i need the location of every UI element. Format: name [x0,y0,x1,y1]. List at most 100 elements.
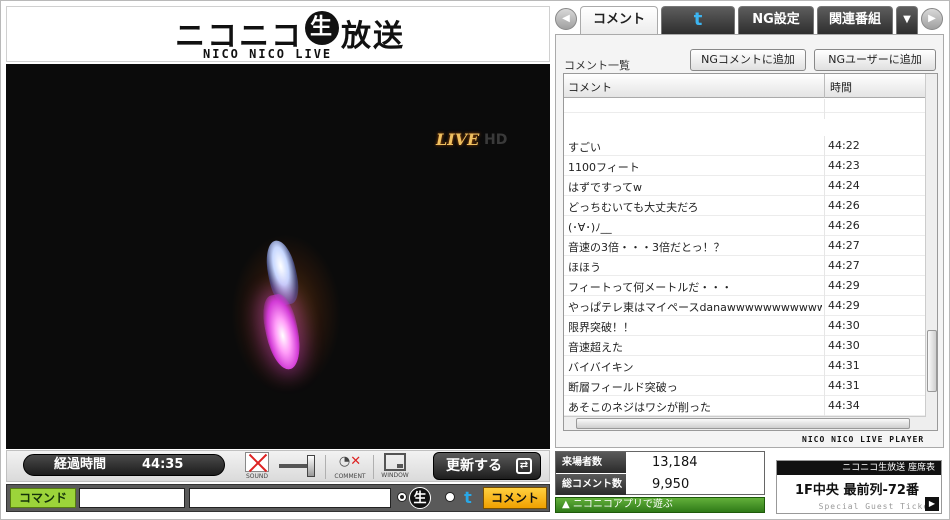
elapsed-value: 44:35 [142,457,184,472]
comment-row[interactable]: やっぱテレ東はマイペースdanawwwwwwwwwwwww 44:29 [564,296,926,316]
twitter-bird-icon: t [464,488,472,507]
control-divider [373,455,374,479]
column-divider [824,74,825,98]
comment-list-vscrollbar[interactable] [925,74,937,430]
comment-row[interactable]: ほほう 44:27 [564,256,926,276]
comment-input[interactable] [189,488,391,508]
live-badge: LIVE [436,130,480,149]
comment-row[interactable]: 1100フィート 44:23 [564,156,926,176]
comment-row[interactable]: バイバイキン 44:31 [564,356,926,376]
comment-row[interactable]: すごい 44:22 [564,136,926,156]
comment-text: (･∀･)ﾉ__ [568,221,612,234]
comment-text: バイバイキン [568,361,634,374]
ticket-seat: 1F中央 最前列-72番 [795,483,919,498]
vscroll-thumb[interactable] [927,330,937,392]
comment-list-hscrollbar[interactable] [564,416,926,430]
comment-time: 44:29 [828,279,860,292]
comment-list[interactable]: コメント 時間 すごい 44:22 1100フィート 44:23 はずですってw 44:2… [563,73,938,431]
row-divider [824,196,825,216]
comment-time: 44:26 [828,199,860,212]
video-player[interactable]: LIVE HD [6,64,550,449]
tab-scroll-right-icon[interactable]: ▶ [921,8,943,30]
command-bar: コマンド 生 t コメント [6,484,550,512]
comment-row[interactable]: 音速の3倍・・・3倍だとっ！？ 44:27 [564,236,926,256]
logo-nama-circle: 生 [305,11,339,45]
app-button-label: ニコニコアプリで遊ぶ [572,499,673,510]
sound-caption: SOUND [245,473,269,480]
comment-off-icon: ◔✕ [338,454,362,469]
refresh-label: 更新する [446,458,502,474]
comment-row-partial [564,99,926,119]
elapsed-time-display: 経過時間 44:35 [23,454,225,476]
window-toggle[interactable]: WINDOW [377,452,413,479]
elapsed-label: 経過時間 [54,457,107,472]
comment-row[interactable]: あそこのネジはワシが削った 44:34 [564,396,926,416]
total-comments-label: 総コメント数 [556,474,626,495]
row-divider [824,316,825,336]
app-triangle-icon: ▲ [562,499,573,510]
row-divider [824,216,825,236]
comment-time: 44:34 [828,399,860,412]
column-header-time[interactable]: 時間 [830,79,852,95]
refresh-button[interactable]: 更新する ⇄ [433,452,541,480]
tab-ng-settings[interactable]: NG設定 [738,6,814,34]
comment-time: 44:31 [828,379,860,392]
comment-text: はずですってw [568,181,643,194]
window-caption: WINDOW [381,472,409,479]
tab-comments[interactable]: コメント [580,6,658,34]
comment-time: 44:30 [828,339,860,352]
row-divider [824,276,825,296]
volume-knob[interactable] [307,455,315,477]
tab-twitter-icon[interactable]: t [661,6,735,34]
nama-icon: 生 [409,487,431,509]
comment-text: ほほう [568,261,601,274]
comment-time: 44:23 [828,159,860,172]
comment-time: 44:24 [828,179,860,192]
tab-more-icon[interactable]: ▼ [896,6,918,34]
post-target-radio-nama[interactable] [397,492,407,502]
tab-related-programs[interactable]: 関連番組 [817,6,893,34]
comment-row[interactable]: はずですってw 44:24 [564,176,926,196]
ng-user-button[interactable]: NGユーザーに追加 [814,49,936,71]
comment-time: 44:26 [828,219,860,232]
player-brand-label: NICO NICO LIVE PLAYER [802,435,925,444]
nico-app-button[interactable]: ▲ ニコニコアプリで遊ぶ [555,497,765,513]
comment-row[interactable]: (･∀･)ﾉ__ 44:26 [564,216,926,236]
window-icon [384,453,406,471]
column-header-comment[interactable]: コメント [568,79,612,95]
logo-subtitle: NICO NICO LIVE [203,47,333,61]
seat-ticket[interactable]: ニコニコ生放送 座席表 1F中央 最前列-72番 Special Guest T… [776,460,942,514]
comment-text: 1100フィート [568,161,640,174]
post-target-radio-twitter[interactable] [445,492,455,502]
hscroll-thumb[interactable] [576,418,910,429]
comment-submit-button[interactable]: コメント [483,487,547,509]
visitors-value: 13,184 [652,455,698,470]
row-divider [824,356,825,376]
comment-text: どっちむいても大丈夫だろ [568,201,699,214]
sound-toggle[interactable]: SOUND [243,452,271,480]
comment-panel: コメント一覧 NGコメントに追加 NGユーザーに追加 コメント 時間 すごい 44… [555,34,944,448]
command-input[interactable] [79,488,185,508]
comment-list-header: コメント 時間 [564,74,926,98]
row-divider [824,99,825,119]
comment-toggle[interactable]: ◔✕ COMMENT [329,452,371,480]
comment-row[interactable]: フィートって何メートルだ・・・ 44:29 [564,276,926,296]
comment-text: 音速超えた [568,341,623,354]
command-label-button[interactable]: コマンド [10,488,76,508]
comment-row[interactable]: どっちむいても大丈夫だろ 44:26 [564,196,926,216]
comment-time: 44:29 [828,299,860,312]
comment-row[interactable]: 断層フィールド突破っ 44:31 [564,376,926,396]
volume-slider[interactable] [279,455,319,477]
comment-text: あそこのネジはワシが削った [568,401,711,414]
comment-time: 44:27 [828,239,860,252]
row-divider [824,396,825,416]
row-divider [824,376,825,396]
ng-comment-button[interactable]: NGコメントに追加 [690,49,806,71]
comment-row[interactable]: 音速超えた 44:30 [564,336,926,356]
row-divider [824,256,825,276]
player-controls: 経過時間 44:35 SOUND ◔✕ COMMENT WINDOW 更新する … [6,450,550,482]
tab-scroll-left-icon[interactable]: ◀ [555,8,577,30]
comment-text: 音速の3倍・・・3倍だとっ！？ [568,241,725,254]
comment-row[interactable]: 限界突破！！ 44:30 [564,316,926,336]
ticket-arrow-icon[interactable]: ▶ [925,497,939,511]
